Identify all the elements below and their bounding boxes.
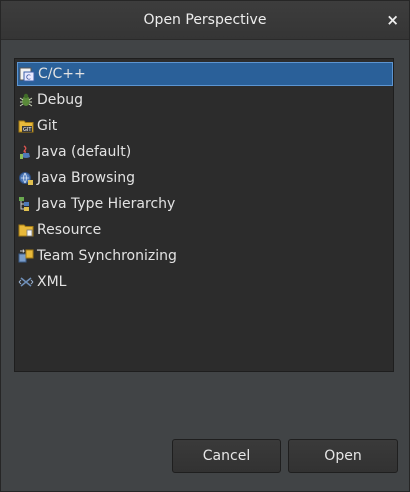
perspective-label: Git — [37, 118, 58, 134]
perspective-item-java-browsing[interactable]: Java Browsing — [17, 166, 393, 190]
open-button[interactable]: Open — [288, 439, 398, 473]
xml-icon — [18, 277, 34, 287]
java-browsing-icon — [19, 172, 33, 185]
java-icon — [20, 145, 30, 159]
svg-text:GIT: GIT — [23, 127, 32, 133]
perspective-item-team-synchronizing[interactable]: Team Synchronizing — [17, 244, 393, 268]
cpp-perspective-icon: C — [19, 67, 35, 82]
perspective-item-java-default[interactable]: Java (default) — [17, 140, 393, 164]
perspective-label: Resource — [37, 222, 102, 238]
type-hierarchy-icon — [19, 197, 29, 211]
perspective-item-xml[interactable]: XML — [17, 270, 393, 294]
perspective-label: C/C++ — [38, 66, 86, 82]
dialog-titlebar: Open Perspective × — [1, 1, 409, 40]
resource-folder-icon — [18, 224, 34, 237]
perspective-label: Team Synchronizing — [37, 248, 177, 264]
perspective-list[interactable]: C C/C++ Debug GIT Git Java (default) Jav… — [14, 58, 394, 372]
perspective-label: Java Type Hierarchy — [37, 196, 176, 212]
perspective-item-resource[interactable]: Resource — [17, 218, 393, 242]
perspective-label: Java Browsing — [37, 170, 136, 186]
perspective-label: Debug — [37, 92, 84, 108]
close-icon[interactable]: × — [386, 1, 399, 39]
open-perspective-dialog: Open Perspective × C C/C++ Debug GIT Git… — [0, 0, 410, 492]
dialog-title: Open Perspective — [143, 12, 267, 28]
perspective-label: Java (default) — [37, 144, 132, 160]
svg-text:C: C — [26, 74, 31, 82]
perspective-item-debug[interactable]: Debug — [17, 88, 393, 112]
git-icon: GIT — [18, 120, 34, 133]
cancel-button[interactable]: Cancel — [172, 439, 281, 473]
perspective-item-git[interactable]: GIT Git — [17, 114, 393, 138]
perspective-item-java-type-hierarchy[interactable]: Java Type Hierarchy — [17, 192, 393, 216]
perspective-label: XML — [37, 274, 67, 290]
debug-bug-icon — [19, 93, 33, 107]
perspective-item-cpp[interactable]: C C/C++ — [17, 62, 393, 86]
team-sync-icon — [18, 249, 34, 263]
